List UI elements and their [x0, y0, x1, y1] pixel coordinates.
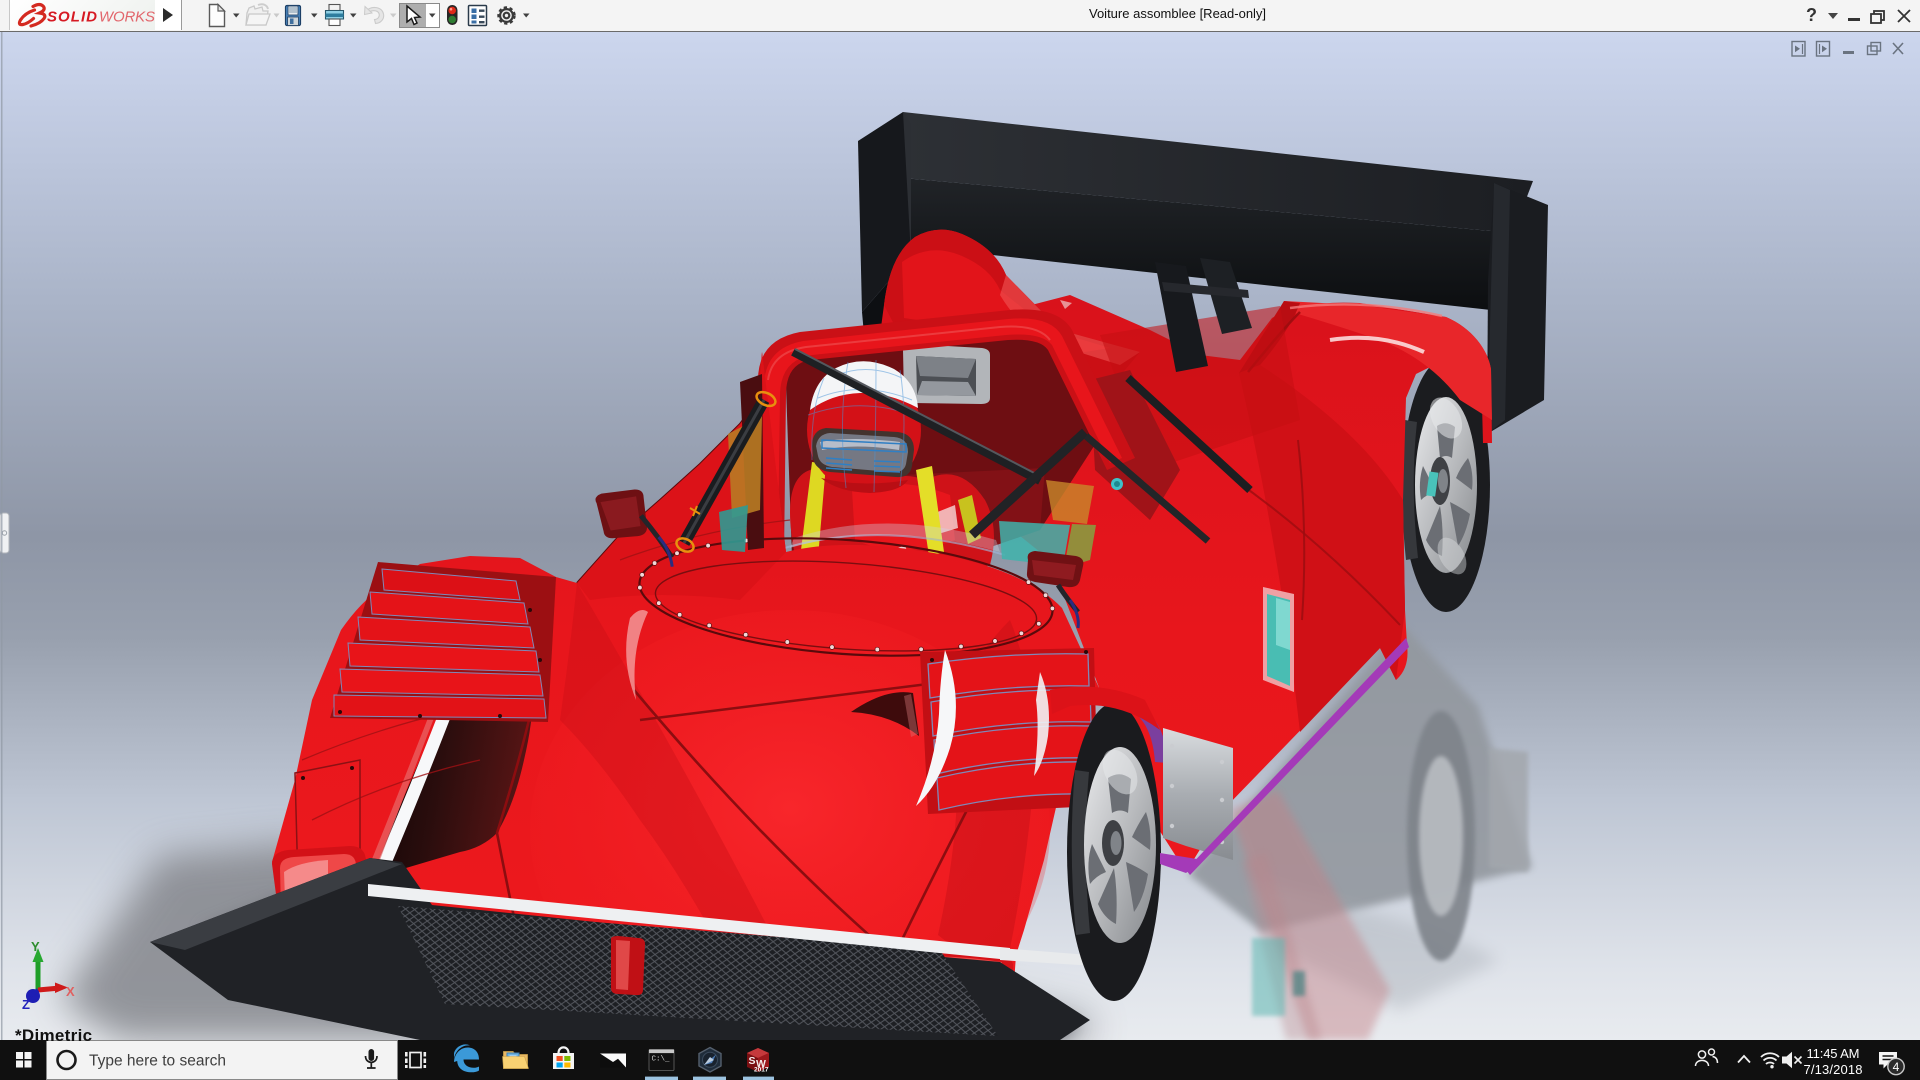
- svg-text:Y: Y: [31, 939, 40, 954]
- svg-text:C:\_: C:\_: [652, 1056, 671, 1064]
- svg-text:7/13/2018: 7/13/2018: [1804, 1062, 1863, 1077]
- svg-text:SOLID: SOLID: [47, 9, 97, 26]
- svg-text:?: ?: [1806, 5, 1817, 25]
- svg-text:2017: 2017: [754, 1067, 769, 1074]
- svg-text:Z: Z: [22, 997, 30, 1012]
- svg-text:11:45 AM: 11:45 AM: [1807, 1046, 1860, 1061]
- svg-text:X: X: [66, 984, 75, 999]
- svg-text:4: 4: [1893, 1060, 1900, 1074]
- svg-text:S: S: [749, 1055, 756, 1067]
- svg-text:WORKS: WORKS: [99, 9, 155, 26]
- svg-text:Type here to search: Type here to search: [89, 1053, 226, 1070]
